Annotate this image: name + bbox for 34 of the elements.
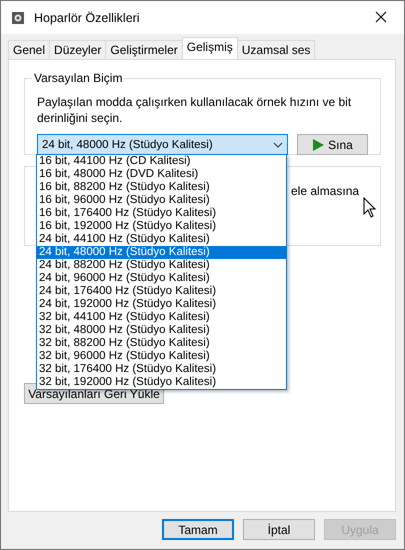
- dropdown-option[interactable]: 24 bit, 88200 Hz (Stüdyo Kalitesi): [37, 259, 286, 272]
- option-text: ele almasına: [291, 184, 360, 198]
- chevron-icon: [273, 142, 283, 148]
- tab[interactable]: Genel: [8, 40, 50, 59]
- dropdown-option[interactable]: 24 bit, 44100 Hz (Stüdyo Kalitesi): [37, 233, 286, 246]
- dropdown-option[interactable]: 32 bit, 176400 Hz (Stüdyo Kalitesi): [37, 363, 286, 376]
- dropdown-option[interactable]: 32 bit, 88200 Hz (Stüdyo Kalitesi): [37, 337, 286, 350]
- dropdown-option[interactable]: 16 bit, 44100 Hz (CD Kalitesi): [37, 155, 286, 168]
- dropdown-option[interactable]: 16 bit, 48000 Hz (DVD Kalitesi): [37, 168, 286, 181]
- dropdown-option[interactable]: 24 bit, 96000 Hz (Stüdyo Kalitesi): [37, 272, 286, 285]
- dropdown-option[interactable]: 16 bit, 96000 Hz (Stüdyo Kalitesi): [37, 194, 286, 207]
- tab[interactable]: Düzeyler: [49, 40, 106, 59]
- play-icon: [312, 138, 324, 150]
- dropdown-option[interactable]: 16 bit, 88200 Hz (Stüdyo Kalitesi): [37, 181, 286, 194]
- window-title: Hoparlör Özellikleri: [34, 10, 141, 24]
- dialog-button[interactable]: İptal: [243, 519, 315, 540]
- tab[interactable]: Uzamsal ses: [236, 40, 316, 59]
- dropdown-option[interactable]: 16 bit, 192000 Hz (Stüdyo Kalitesi): [37, 220, 286, 233]
- group-title: Varsayılan Biçim: [32, 71, 124, 85]
- dialog-button[interactable]: Tamam: [162, 519, 234, 540]
- description-text: Paylaşılan modda çalışırken kullanılacak örnek hızını ve bit derinliğini seçin.: [37, 94, 352, 126]
- dropdown-option[interactable]: 32 bit, 44100 Hz (Stüdyo Kalitesi): [37, 311, 286, 324]
- dropdown-option[interactable]: 32 bit, 48000 Hz (Stüdyo Kalitesi): [37, 324, 286, 337]
- dropdown-option[interactable]: 24 bit, 176400 Hz (Stüdyo Kalitesi): [37, 285, 286, 298]
- dropdown-option[interactable]: 24 bit, 48000 Hz (Stüdyo Kalitesi): [37, 246, 286, 259]
- speaker-icon: [11, 10, 25, 24]
- format-dropdown[interactable]: 24 bit, 48000 Hz (Stüdyo Kalitesi): [37, 134, 288, 155]
- mouse-pointer-icon: [363, 197, 376, 218]
- tab[interactable]: Gelişmiş: [182, 37, 238, 59]
- tab[interactable]: Geliştirmeler: [105, 40, 183, 59]
- dropdown-option[interactable]: 16 bit, 176400 Hz (Stüdyo Kalitesi): [37, 207, 286, 220]
- dropdown-option[interactable]: 24 bit, 192000 Hz (Stüdyo Kalitesi): [37, 298, 286, 311]
- dropdown-option[interactable]: 32 bit, 96000 Hz (Stüdyo Kalitesi): [37, 350, 286, 363]
- test-button[interactable]: Sına: [297, 134, 368, 155]
